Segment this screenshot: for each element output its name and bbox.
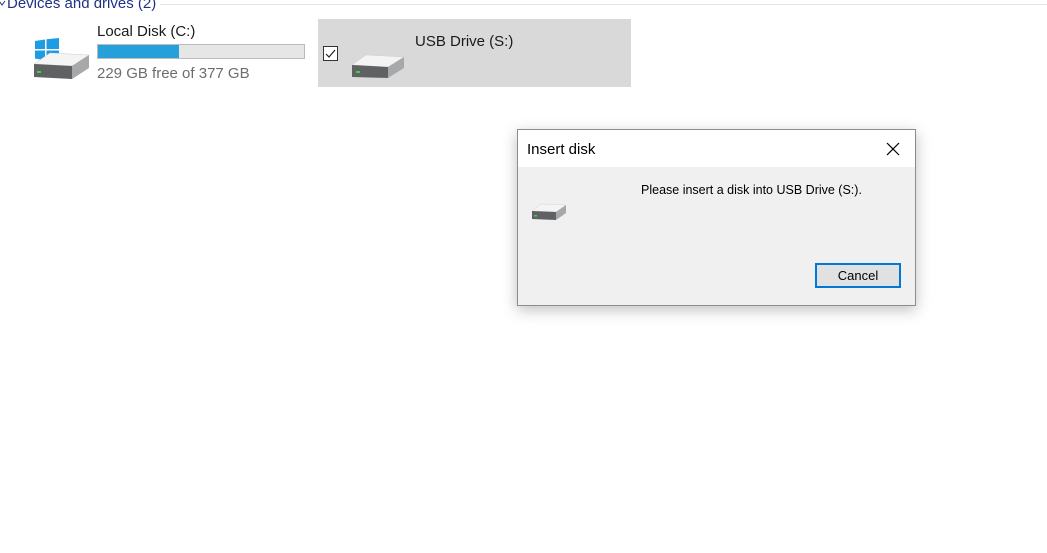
dialog-titlebar[interactable]: Insert disk bbox=[518, 130, 915, 167]
group-header[interactable]: Devices and drives (2) bbox=[0, 0, 156, 12]
dialog-title: Insert disk bbox=[527, 141, 596, 158]
usb-drive-icon bbox=[350, 51, 406, 81]
selection-checkbox[interactable] bbox=[323, 46, 338, 61]
chevron-down-icon[interactable] bbox=[0, 0, 7, 12]
usb-drive-icon bbox=[531, 201, 567, 223]
drive-usage-bar bbox=[97, 44, 305, 59]
drive-tile-usb-drive-s[interactable]: USB Drive (S:) bbox=[318, 19, 631, 87]
insert-disk-dialog[interactable]: Insert disk Please insert a disk into US… bbox=[517, 129, 916, 306]
close-button[interactable] bbox=[871, 130, 915, 167]
windows-hard-drive-icon bbox=[32, 38, 90, 82]
group-divider bbox=[160, 4, 1047, 5]
drive-tile-local-disk-c[interactable]: Local Disk (C:) 229 GB free of 377 GB bbox=[26, 20, 316, 84]
dialog-message: Please insert a disk into USB Drive (S:)… bbox=[641, 183, 862, 197]
drive-name: Local Disk (C:) bbox=[97, 23, 196, 40]
close-icon bbox=[886, 142, 900, 155]
drive-usage-fill bbox=[98, 45, 179, 58]
group-title: Devices and drives (2) bbox=[7, 0, 157, 12]
drive-free-space: 229 GB free of 377 GB bbox=[97, 65, 250, 82]
drive-name: USB Drive (S:) bbox=[415, 33, 514, 50]
checkmark-icon bbox=[325, 49, 336, 58]
cancel-button[interactable]: Cancel bbox=[815, 263, 901, 288]
